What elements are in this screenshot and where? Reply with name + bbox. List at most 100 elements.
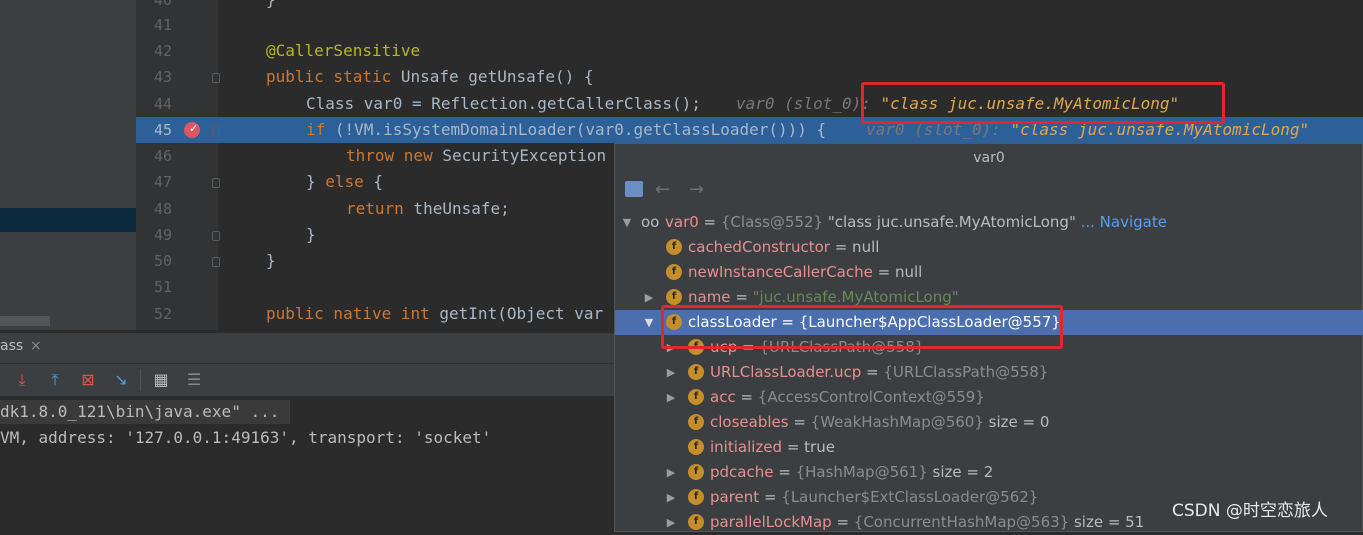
fold-marker-icon[interactable] <box>212 178 220 188</box>
field-icon: f <box>688 389 704 405</box>
code-line: Class var0 = Reflection.getCallerClass()… <box>306 91 701 117</box>
tree-row-text: acc = {AccessControlContext@559} <box>710 388 985 406</box>
tree-row[interactable]: ▶ f pdcache = {HashMap@561} size = 2 <box>615 460 1363 485</box>
line-number: 46 <box>153 147 172 165</box>
keyword: throw new <box>346 146 433 165</box>
fold-marker-icon[interactable] <box>212 73 220 83</box>
tree-row-var0[interactable]: ▼ oo var0 = {Class@552} "class juc.unsaf… <box>615 210 1363 235</box>
console-tab-label[interactable]: ass <box>0 338 23 354</box>
code-text: { <box>363 172 384 191</box>
line-number: 50 <box>153 252 172 270</box>
expand-right-icon[interactable]: ▶ <box>665 485 677 510</box>
field-icon: f <box>688 364 704 380</box>
navigate-link[interactable]: ... Navigate <box>1076 213 1167 231</box>
console-line: dk1.8.0_121\bin\java.exe" ... <box>0 402 280 421</box>
hint-prefix: var0 (slot_0): <box>736 94 871 113</box>
expand-right-icon[interactable]: ▶ <box>665 385 677 410</box>
tree-row-text: newInstanceCallerCache = null <box>688 263 923 281</box>
forward-arrow-icon[interactable]: → <box>689 179 704 200</box>
line-number: 52 <box>153 305 172 323</box>
field-icon: f <box>688 464 704 480</box>
toolbar-separator <box>140 369 141 391</box>
project-panel-scrollbar[interactable] <box>0 316 50 326</box>
download-icon[interactable]: ⤓ <box>12 370 32 390</box>
fold-marker-icon[interactable] <box>212 126 220 136</box>
code-text: } <box>306 172 326 191</box>
breakpoint-check-icon: ✓ <box>189 122 199 135</box>
expand-right-icon[interactable]: ▶ <box>665 360 677 385</box>
tree-row-text: initialized = true <box>710 438 835 456</box>
field-icon: f <box>688 439 704 455</box>
code-line: } else { <box>306 169 383 195</box>
field-icon: f <box>666 264 682 280</box>
tree-row-text: closeables = {WeakHashMap@560} size = 0 <box>710 413 1050 431</box>
keyword: return <box>346 199 404 218</box>
tree-row-text: pdcache = {HashMap@561} size = 2 <box>710 463 994 481</box>
tree-row-text: parallelLockMap = {ConcurrentHashMap@563… <box>710 513 1145 531</box>
line-number: 51 <box>153 278 172 296</box>
tree-row[interactable]: f newInstanceCallerCache = null <box>615 260 1363 285</box>
fold-marker-icon[interactable] <box>212 231 220 241</box>
tree-row-text: cachedConstructor = null <box>688 238 880 256</box>
field-icon: f <box>688 514 704 530</box>
watch-icon[interactable] <box>625 181 643 197</box>
tree-row[interactable]: ▶ f URLClassLoader.ucp = {URLClassPath@5… <box>615 360 1363 385</box>
project-panel-selected-row[interactable] <box>0 208 136 232</box>
line-number-current: 45 <box>153 121 172 139</box>
upload-icon[interactable]: ⤒ <box>45 370 65 390</box>
field-icon: f <box>688 414 704 430</box>
code-text: Unsafe getUnsafe() { <box>391 67 594 86</box>
popup-toolbar: ← → <box>615 173 1363 209</box>
settings-lines-icon[interactable]: ☰ <box>184 370 204 390</box>
line-number: 44 <box>153 95 172 113</box>
project-panel-strip <box>0 0 136 330</box>
tree-row[interactable]: f cachedConstructor = null <box>615 235 1363 260</box>
keyword: public native int <box>266 304 430 323</box>
expand-down-icon[interactable]: ▼ <box>643 310 655 335</box>
line-number: 47 <box>153 173 172 191</box>
code-line-current: if (!VM.isSystemDomainLoader(var0.getCla… <box>306 117 826 143</box>
table-icon[interactable]: ▦ <box>151 370 171 390</box>
expand-down-icon[interactable]: ▼ <box>621 210 633 235</box>
tree-row[interactable]: ▶ f acc = {AccessControlContext@559} <box>615 385 1363 410</box>
line-number: 43 <box>153 68 172 86</box>
watch-glasses-icon: oo <box>641 213 660 231</box>
code-text: (!VM.isSystemDomainLoader(var0.getClassL… <box>325 120 827 139</box>
expand-right-icon[interactable]: ▶ <box>665 460 677 485</box>
field-icon: f <box>688 489 704 505</box>
code-line: return theUnsafe; <box>346 196 510 222</box>
console-line: VM, address: '127.0.0.1:49163', transpor… <box>0 428 492 447</box>
back-arrow-icon[interactable]: ← <box>655 179 670 200</box>
stop-debug-icon[interactable]: ⊠ <box>78 370 98 390</box>
code-line: public native int getInt(Object var <box>266 301 603 327</box>
code-annotation: @CallerSensitive <box>266 41 421 60</box>
annotation-box-hint <box>861 82 1225 124</box>
code-text: Class var0 = Reflection.getCallerClass()… <box>306 94 701 113</box>
fold-marker-icon[interactable] <box>212 257 220 267</box>
code-line: public static Unsafe getUnsafe() { <box>266 64 594 90</box>
keyword: else <box>325 172 364 191</box>
field-icon: f <box>666 239 682 255</box>
line-number: 49 <box>153 226 172 244</box>
code-line: throw new SecurityException <box>346 143 606 169</box>
code-text: SecurityException <box>432 146 607 165</box>
console-tab-bar: ass × <box>0 333 614 364</box>
tree-row[interactable]: f initialized = true <box>615 435 1363 460</box>
tree-row[interactable]: f closeables = {WeakHashMap@560} size = … <box>615 410 1363 435</box>
expand-right-icon[interactable]: ▶ <box>643 285 655 310</box>
popup-title: var0 <box>973 150 1005 166</box>
step-cursor-icon[interactable]: ↘ <box>111 370 131 390</box>
expand-right-icon[interactable]: ▶ <box>665 510 677 535</box>
annotation-box-classloader <box>661 305 1063 349</box>
line-number: 41 <box>153 16 172 34</box>
line-number: 42 <box>153 42 172 60</box>
line-number: 48 <box>153 200 172 218</box>
tree-row-text: var0 = {Class@552} "class juc.unsafe.MyA… <box>665 213 1167 231</box>
close-icon[interactable]: × <box>30 338 42 354</box>
code-text: theUnsafe; <box>403 199 510 218</box>
code-line: } <box>306 225 316 244</box>
watermark: CSDN @时空恋旅人 <box>1172 501 1328 521</box>
code-line: } <box>266 0 276 13</box>
code-line: } <box>266 251 276 270</box>
keyword: if <box>306 120 326 139</box>
